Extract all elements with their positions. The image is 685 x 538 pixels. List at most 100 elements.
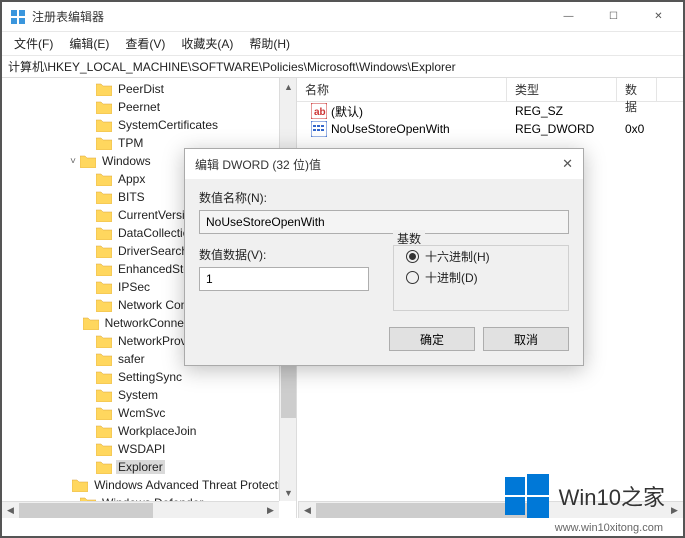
tree-node-label: Explorer xyxy=(116,460,165,474)
folder-icon xyxy=(96,281,112,294)
column-type[interactable]: 类型 xyxy=(507,78,617,101)
folder-icon xyxy=(96,209,112,222)
value-name-input[interactable] xyxy=(199,210,569,234)
tree-node-label: WorkplaceJoin xyxy=(116,424,198,438)
titlebar: 注册表编辑器 — ☐ ✕ xyxy=(2,2,683,32)
tree-node[interactable]: Peernet xyxy=(2,98,296,116)
scroll-left-icon[interactable]: ◀ xyxy=(2,502,19,519)
radio-hex-label: 十六进制(H) xyxy=(425,248,490,265)
radio-icon xyxy=(406,271,419,284)
tree-node[interactable]: SettingSync xyxy=(2,368,296,386)
folder-icon xyxy=(80,155,96,168)
tree-node[interactable]: WSDAPI xyxy=(2,440,296,458)
scroll-right-icon[interactable]: ▶ xyxy=(666,502,683,519)
scroll-left-icon[interactable]: ◀ xyxy=(299,502,316,519)
folder-icon xyxy=(96,389,112,402)
ok-button[interactable]: 确定 xyxy=(389,327,475,351)
tree-node-label: Windows xyxy=(100,154,153,168)
tree-scrollbar-horizontal[interactable]: ◀ ▶ xyxy=(2,501,279,518)
watermark: Win10之家 xyxy=(505,474,665,518)
string-value-icon: ab xyxy=(311,103,327,119)
tree-node-label: WcmSvc xyxy=(116,406,167,420)
scroll-right-icon[interactable]: ▶ xyxy=(262,502,279,519)
scroll-up-icon[interactable]: ▲ xyxy=(280,78,297,95)
value-name: NoUseStoreOpenWith xyxy=(331,122,450,136)
tree-node[interactable]: System xyxy=(2,386,296,404)
tree-node[interactable]: WcmSvc xyxy=(2,404,296,422)
value-name-label: 数值名称(N): xyxy=(199,189,569,206)
tree-node-label: SystemCertificates xyxy=(116,118,220,132)
regedit-icon xyxy=(10,9,26,25)
edit-dword-dialog: 编辑 DWORD (32 位)值 ✕ 数值名称(N): 数值数据(V): 基数 … xyxy=(184,148,584,366)
folder-icon xyxy=(83,317,99,330)
folder-icon xyxy=(96,371,112,384)
cancel-button[interactable]: 取消 xyxy=(483,327,569,351)
svg-text:ab: ab xyxy=(314,107,326,118)
dialog-body: 数值名称(N): 数值数据(V): 基数 十六进制(H) 十进制(D) xyxy=(185,179,583,365)
dialog-close-button[interactable]: ✕ xyxy=(533,156,573,172)
folder-icon xyxy=(96,245,112,258)
folder-icon xyxy=(96,137,112,150)
tree-node-label: TPM xyxy=(116,136,145,150)
windows-logo-icon xyxy=(505,474,549,518)
value-data-label: 数值数据(V): xyxy=(199,246,369,263)
folder-icon xyxy=(96,407,112,420)
folder-icon xyxy=(96,227,112,240)
menu-file[interactable]: 文件(F) xyxy=(6,33,61,54)
value-data-input[interactable] xyxy=(199,267,369,291)
tree-node[interactable]: Explorer xyxy=(2,458,296,476)
folder-icon xyxy=(96,83,112,96)
column-data[interactable]: 数据 xyxy=(617,78,657,101)
folder-icon xyxy=(96,173,112,186)
tree-node-label: PeerDist xyxy=(116,82,166,96)
folder-icon xyxy=(96,263,112,276)
watermark-url: www.win10xitong.com xyxy=(555,522,663,534)
list-header[interactable]: 名称 类型 数据 xyxy=(297,78,683,102)
tree-node-label: IPSec xyxy=(116,280,152,294)
folder-icon xyxy=(96,191,112,204)
base-radio-group: 十六进制(H) 十进制(D) xyxy=(393,245,569,311)
value-type: REG_SZ xyxy=(507,104,617,118)
column-name[interactable]: 名称 xyxy=(297,78,507,101)
tree-node[interactable]: PeerDist xyxy=(2,80,296,98)
tree-node-label: WSDAPI xyxy=(116,442,167,456)
maximize-button[interactable]: ☐ xyxy=(591,3,636,31)
value-type: REG_DWORD xyxy=(507,122,617,136)
tree-node[interactable]: WorkplaceJoin xyxy=(2,422,296,440)
close-button[interactable]: ✕ xyxy=(636,3,681,31)
dword-value-icon xyxy=(311,121,327,137)
address-bar[interactable]: 计算机\HKEY_LOCAL_MACHINE\SOFTWARE\Policies… xyxy=(2,56,683,78)
value-data: 0x0 xyxy=(617,122,657,136)
scroll-down-icon[interactable]: ▼ xyxy=(280,484,297,501)
tree-node-label: safer xyxy=(116,352,147,366)
tree-node-label: SettingSync xyxy=(116,370,184,384)
list-row[interactable]: NoUseStoreOpenWith REG_DWORD0x0 xyxy=(297,120,683,138)
radio-dec-label: 十进制(D) xyxy=(425,269,478,286)
menu-help[interactable]: 帮助(H) xyxy=(241,33,298,54)
radio-hexadecimal[interactable]: 十六进制(H) xyxy=(406,248,556,265)
folder-icon xyxy=(96,443,112,456)
menubar: 文件(F) 编辑(E) 查看(V) 收藏夹(A) 帮助(H) xyxy=(2,32,683,56)
value-name: (默认) xyxy=(331,103,363,120)
folder-icon xyxy=(72,479,88,492)
radio-decimal[interactable]: 十进制(D) xyxy=(406,269,556,286)
tree-node[interactable]: Windows Advanced Threat Protection xyxy=(2,476,296,494)
tree-node-label: Appx xyxy=(116,172,147,186)
folder-icon xyxy=(96,353,112,366)
menu-view[interactable]: 查看(V) xyxy=(117,33,173,54)
tree-node[interactable]: SystemCertificates xyxy=(2,116,296,134)
minimize-button[interactable]: — xyxy=(546,3,591,31)
menu-edit[interactable]: 编辑(E) xyxy=(61,33,117,54)
menu-favorites[interactable]: 收藏夹(A) xyxy=(173,33,241,54)
window-title: 注册表编辑器 xyxy=(32,8,546,25)
folder-icon xyxy=(96,101,112,114)
scroll-thumb[interactable] xyxy=(19,503,153,518)
window-controls: — ☐ ✕ xyxy=(546,3,681,31)
dialog-titlebar: 编辑 DWORD (32 位)值 ✕ xyxy=(185,149,583,179)
expander-icon[interactable]: ˅ xyxy=(66,156,80,167)
watermark-text: Win10之家 xyxy=(559,480,665,512)
tree-node-label: Peernet xyxy=(116,100,162,114)
tree-node-label: Windows Advanced Threat Protection xyxy=(92,478,296,492)
folder-icon xyxy=(96,119,112,132)
tree-node-label: BITS xyxy=(116,190,147,204)
